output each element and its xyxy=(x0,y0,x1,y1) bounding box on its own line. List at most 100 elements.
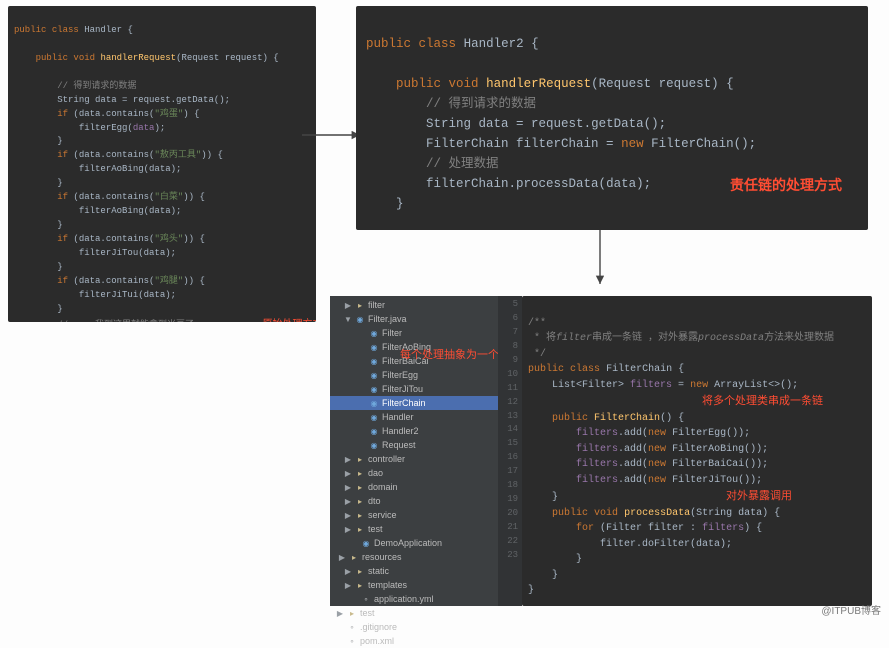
folder-icon: ▸ xyxy=(355,510,365,520)
line-number: 7 xyxy=(500,326,518,340)
line-number: 13 xyxy=(500,410,518,424)
tree-item[interactable]: ▶▸service xyxy=(330,508,498,522)
annotation-chain-way: 责任链的处理方式 xyxy=(730,174,842,196)
code-panel-handler: public class Handler { public void handl… xyxy=(8,6,316,322)
tree-item-label: domain xyxy=(368,482,398,492)
tree-item[interactable]: ▶▸dto xyxy=(330,494,498,508)
java-icon: ◉ xyxy=(369,370,379,380)
tree-item[interactable]: ◉FilterEgg xyxy=(330,368,498,382)
code-panel-filterchain: /** * 将filter串成一条链 ，对外暴露processData方法来处理… xyxy=(522,296,872,606)
line-number: 15 xyxy=(500,437,518,451)
line-number: 12 xyxy=(500,396,518,410)
java-icon: ◉ xyxy=(369,384,379,394)
tree-item[interactable]: ∘application.yml xyxy=(330,592,498,606)
tree-item-label: pom.xml xyxy=(360,636,394,646)
arrow-icon xyxy=(585,228,615,292)
folder-icon: ▸ xyxy=(355,300,365,310)
chevron-icon: ▶ xyxy=(344,581,352,590)
tree-item-selected[interactable]: ◉FilterChain xyxy=(330,396,498,410)
folder-icon: ▸ xyxy=(355,468,365,478)
tree-item[interactable]: ▶▸resources xyxy=(330,550,498,564)
tree-item[interactable]: ◉DemoApplication xyxy=(330,536,498,550)
java-icon: ◉ xyxy=(369,342,379,352)
folder-icon: ▸ xyxy=(355,580,365,590)
chevron-icon: ▼ xyxy=(344,315,352,324)
tree-item-label: test xyxy=(360,608,375,618)
line-number: 5 xyxy=(500,298,518,312)
file-icon: ∘ xyxy=(347,636,357,646)
tree-item-label: dao xyxy=(368,468,383,478)
chevron-icon: ▶ xyxy=(344,525,352,534)
watermark: @ITPUB博客 xyxy=(821,602,881,617)
folder-icon: ▸ xyxy=(355,482,365,492)
tree-item[interactable]: ▼◉Filter.java xyxy=(330,312,498,326)
tree-item-label: Handler2 xyxy=(382,426,419,436)
tree-item-label: FilterJiTou xyxy=(382,384,423,394)
line-number: 6 xyxy=(500,312,518,326)
line-number: 10 xyxy=(500,368,518,382)
tree-item[interactable]: ▶▸filter xyxy=(330,298,498,312)
tree-item[interactable]: ◉Handler2 xyxy=(330,424,498,438)
line-number: 23 xyxy=(500,549,518,563)
tree-item-label: application.yml xyxy=(374,594,434,604)
line-number: 9 xyxy=(500,354,518,368)
tree-item-label: FilterEgg xyxy=(382,370,418,380)
chevron-icon: ▶ xyxy=(344,567,352,576)
tree-item-label: FilterChain xyxy=(382,398,426,408)
line-number: 16 xyxy=(500,451,518,465)
chevron-icon: ▶ xyxy=(344,483,352,492)
tree-item[interactable]: ▶▸controller xyxy=(330,452,498,466)
chevron-icon: ▶ xyxy=(344,511,352,520)
java-icon: ◉ xyxy=(369,426,379,436)
chevron-icon: ▶ xyxy=(344,455,352,464)
tree-item[interactable]: ▶▸dao xyxy=(330,466,498,480)
line-number: 8 xyxy=(500,340,518,354)
tree-item[interactable]: ▶▸domain xyxy=(330,480,498,494)
tree-item-label: test xyxy=(368,524,383,534)
java-icon: ◉ xyxy=(369,356,379,366)
tree-item[interactable]: ◉Request xyxy=(330,438,498,452)
java-icon: ◉ xyxy=(355,314,365,324)
line-number: 19 xyxy=(500,493,518,507)
line-number: 14 xyxy=(500,423,518,437)
annotation-expose-call: 对外暴露调用 xyxy=(726,490,792,502)
tree-item-label: Handler xyxy=(382,412,414,422)
tree-item[interactable]: ▶▸test xyxy=(330,522,498,536)
tree-item[interactable]: ◉Handler xyxy=(330,410,498,424)
code-body-handler: public class Handler { public void handl… xyxy=(8,6,316,322)
tree-item[interactable]: ∘pom.xml xyxy=(330,634,498,648)
file-icon: ∘ xyxy=(361,594,371,604)
annotation-abstract-class: 每个处理抽象为一个类 xyxy=(400,346,510,362)
tree-item-label: filter xyxy=(368,300,385,310)
tree-item-label: dto xyxy=(368,496,381,506)
tree-item[interactable]: ◉Filter xyxy=(330,326,498,340)
tree-item[interactable]: ∘.gitignore xyxy=(330,620,498,634)
line-number: 22 xyxy=(500,535,518,549)
line-number: 18 xyxy=(500,479,518,493)
tree-item[interactable]: ▶▸static xyxy=(330,564,498,578)
tree-item-label: templates xyxy=(368,580,407,590)
tree-item[interactable]: ▶▸templates xyxy=(330,578,498,592)
tree-item-label: Request xyxy=(382,440,416,450)
chevron-icon: ▶ xyxy=(344,301,352,310)
comment: // 处理数据 xyxy=(426,157,499,171)
chevron-icon: ▶ xyxy=(344,497,352,506)
chevron-icon: ▶ xyxy=(344,469,352,478)
line-number: 11 xyxy=(500,382,518,396)
chevron-icon: ▶ xyxy=(338,553,346,562)
comment: // ....我到这里就能拿到米豆了。 xyxy=(57,320,203,322)
project-tree-panel: ▶▸filter▼◉Filter.java◉Filter◉FilterAoBin… xyxy=(330,296,498,606)
folder-icon: ▸ xyxy=(355,454,365,464)
line-gutter: 567891011121314151617181920212223 xyxy=(498,296,522,606)
java-icon: ◉ xyxy=(369,398,379,408)
java-icon: ◉ xyxy=(369,328,379,338)
tree-item[interactable]: ▶▸test xyxy=(330,606,498,620)
folder-icon: ▸ xyxy=(355,524,365,534)
annotation-chain-many: 将多个处理类串成一条链 xyxy=(702,395,823,407)
folder-icon: ▸ xyxy=(355,566,365,576)
tree-item-label: service xyxy=(368,510,397,520)
tree-item-label: controller xyxy=(368,454,405,464)
java-icon: ◉ xyxy=(369,412,379,422)
tree-item[interactable]: ◉FilterJiTou xyxy=(330,382,498,396)
tree-item-label: DemoApplication xyxy=(374,538,442,548)
